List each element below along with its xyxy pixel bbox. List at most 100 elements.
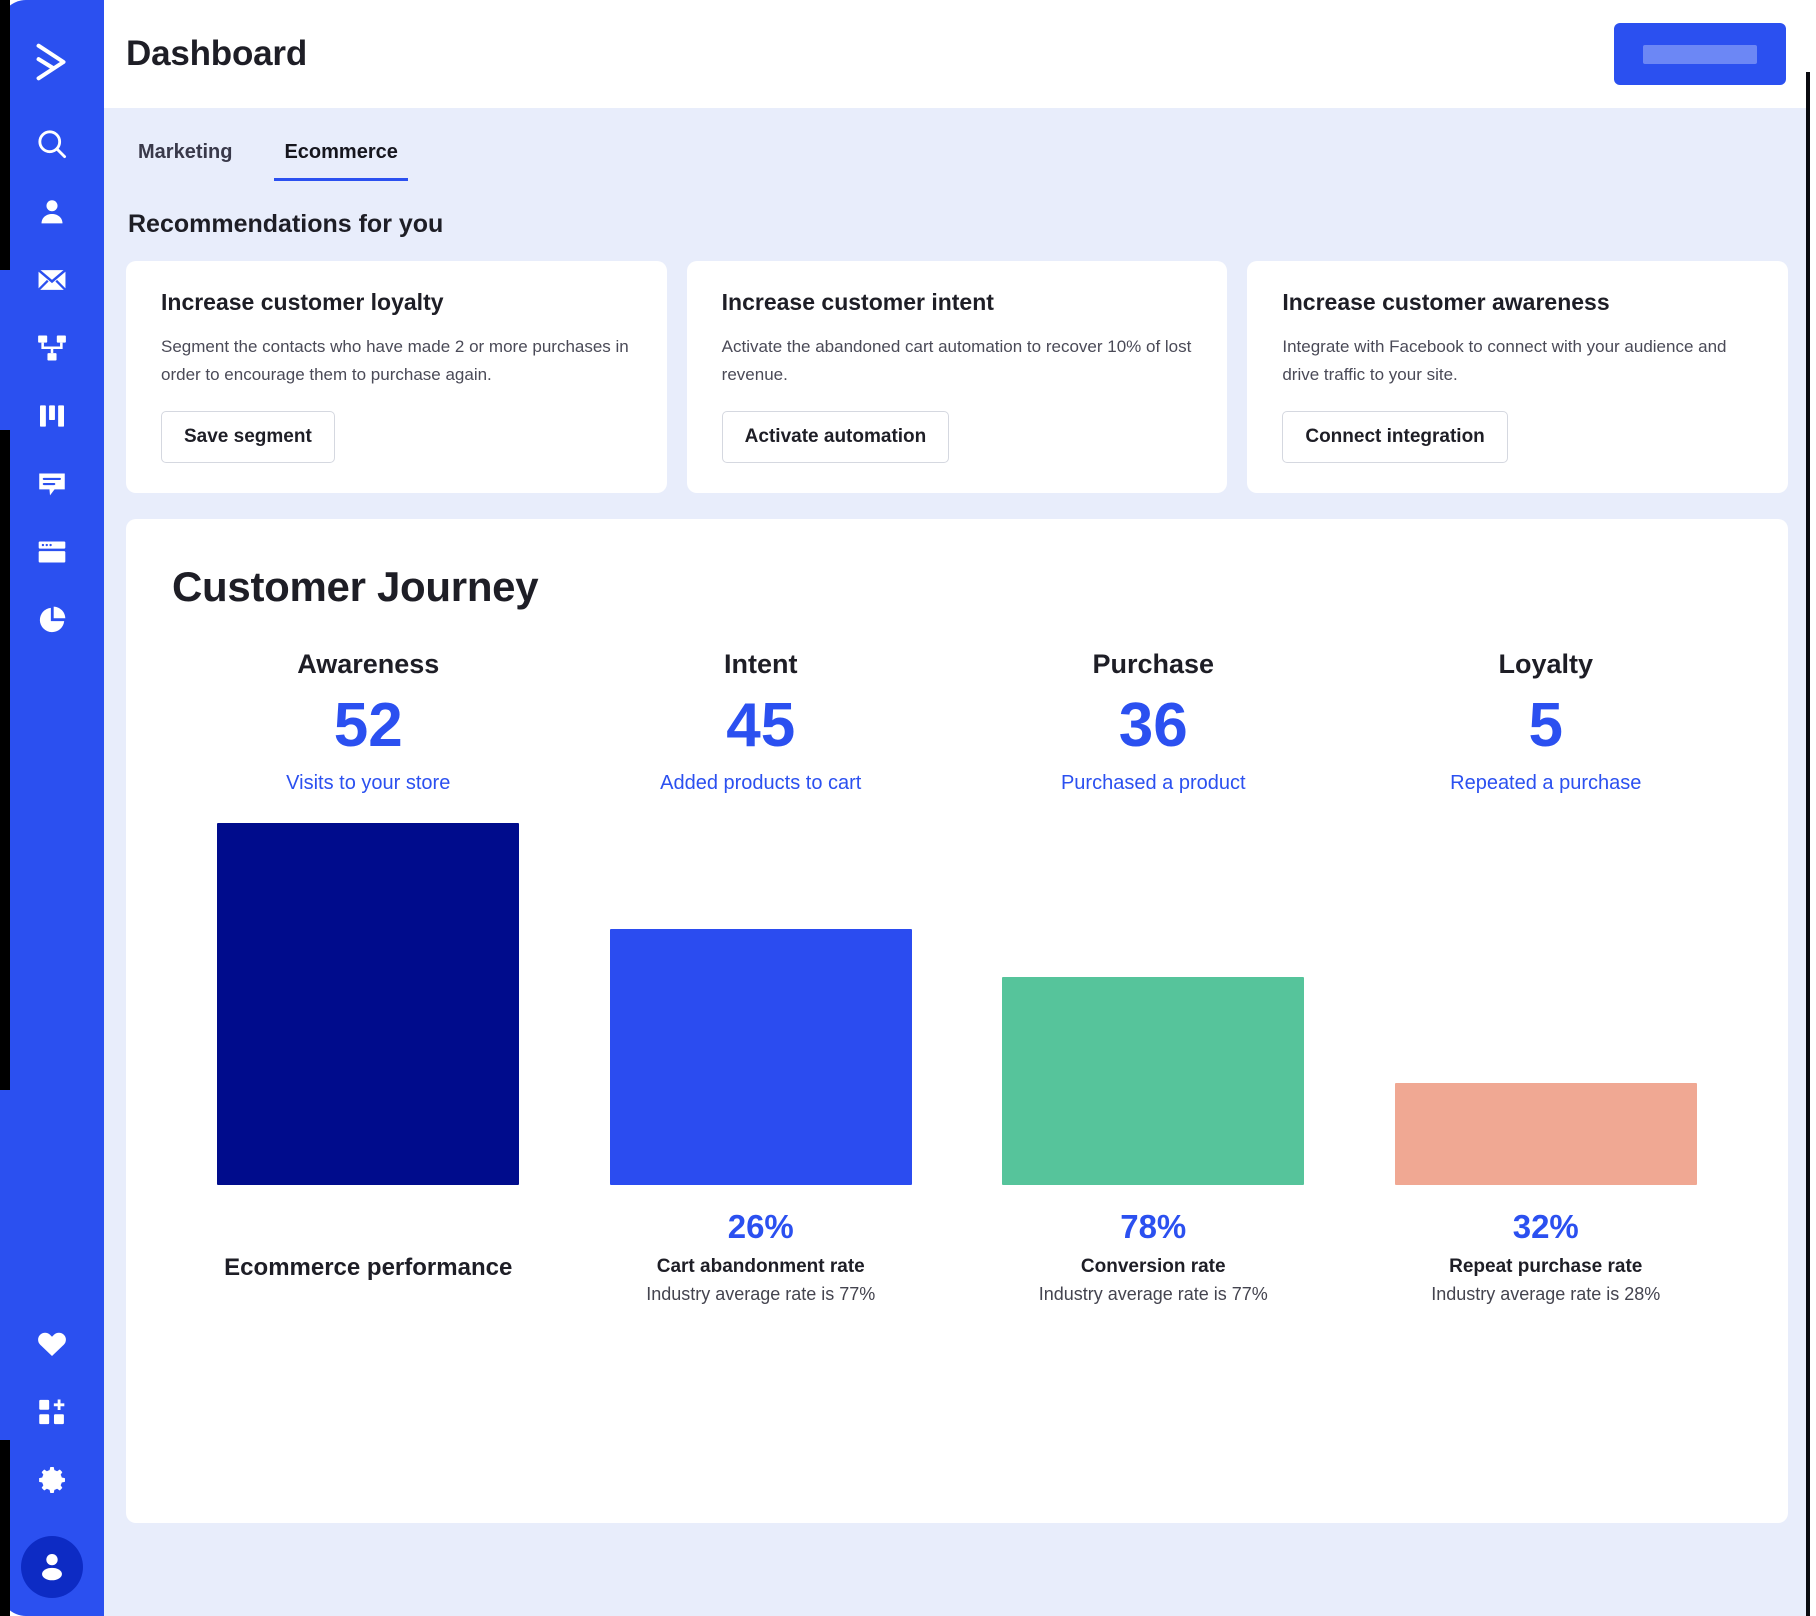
customer-journey-panel: Customer Journey Awareness 52 Visits to … — [126, 519, 1788, 1523]
bar-column-awareness — [172, 822, 565, 1185]
stage-name: Intent — [724, 649, 798, 679]
journey-stage-awareness: Awareness 52 Visits to your store — [172, 649, 565, 795]
recommendation-card-loyalty: Increase customer loyalty Segment the co… — [126, 261, 667, 493]
recommendation-title: Increase customer loyalty — [161, 289, 444, 315]
left-edge-artifact-mid — [0, 430, 10, 1090]
dashboard-tabs: Marketing Ecommerce — [128, 108, 1788, 181]
metric-label: Repeat purchase rate — [1449, 1256, 1643, 1278]
metric-label: Cart abandonment rate — [656, 1256, 865, 1278]
dashboard-content: Marketing Ecommerce Recommendations for … — [104, 108, 1816, 1616]
dashboard-app: Dashboard Marketing Ecommerce Recommenda… — [0, 0, 1816, 1616]
stage-value: 52 — [333, 691, 403, 760]
journey-stage-intent: Intent 45 Added products to cart — [565, 649, 958, 795]
bar-column-loyalty — [1350, 823, 1743, 1185]
apps-add-icon — [35, 1395, 69, 1429]
user-avatar[interactable] — [21, 1536, 83, 1598]
primary-cta-button[interactable] — [1614, 23, 1786, 85]
bar-intent — [609, 928, 912, 1185]
activecampaign-logo-icon — [29, 39, 75, 85]
recommendation-description: Segment the contacts who have made 2 or … — [161, 337, 629, 384]
sidebar-item-settings[interactable] — [0, 1446, 104, 1514]
reports-icon — [35, 603, 69, 637]
bar-purchase — [1002, 976, 1305, 1185]
stage-name: Purchase — [1092, 649, 1215, 679]
sidebar-item-conversations[interactable] — [0, 450, 104, 518]
recommendation-cards: Increase customer loyalty Segment the co… — [126, 261, 1789, 493]
metric-ecommerce-performance: Ecommerce performance — [172, 1207, 565, 1305]
stage-name: Awareness — [297, 649, 440, 679]
metric-cart-abandonment: 26% Cart abandonment rate Industry avera… — [565, 1207, 958, 1305]
right-edge-border — [1806, 72, 1810, 1616]
stage-link[interactable]: Repeated a purchase — [1350, 772, 1743, 795]
recommendation-description: Activate the abandoned cart automation t… — [721, 337, 1192, 384]
metric-percentage: 26% — [727, 1207, 794, 1245]
stage-link[interactable]: Purchased a product — [957, 772, 1350, 795]
left-edge-artifact-bottom — [0, 1440, 10, 1616]
customer-journey-title: Customer Journey — [172, 563, 539, 610]
recommendation-card-awareness: Increase customer awareness Integrate wi… — [1247, 261, 1789, 493]
metric-percentage: 78% — [1120, 1207, 1187, 1245]
tab-ecommerce[interactable]: Ecommerce — [274, 142, 408, 181]
bar-loyalty — [1394, 1082, 1697, 1185]
bar-awareness — [217, 822, 520, 1185]
sidebar-item-website[interactable] — [0, 518, 104, 586]
recommendations-heading: Recommendations for you — [128, 210, 444, 238]
journey-metrics: Ecommerce performance 26% Cart abandonme… — [172, 1207, 1742, 1305]
activate-automation-button[interactable]: Activate automation — [721, 411, 950, 463]
stage-link[interactable]: Added products to cart — [565, 772, 958, 795]
sidebar-bottom-nav — [0, 1310, 104, 1616]
journey-stage-purchase: Purchase 36 Purchased a product — [957, 649, 1350, 795]
sidebar-item-search[interactable] — [0, 110, 104, 178]
right-edge-gutter — [1810, 0, 1816, 1616]
sidebar-item-apps[interactable] — [0, 1378, 104, 1446]
sidebar-item-reports[interactable] — [0, 586, 104, 654]
main-sidebar — [0, 0, 104, 1616]
bar-column-purchase — [957, 823, 1350, 1185]
metric-repeat-purchase: 32% Repeat purchase rate Industry averag… — [1350, 1207, 1743, 1305]
metric-subtext: Industry average rate is 77% — [646, 1283, 876, 1304]
avatar-person-icon — [35, 1548, 69, 1587]
sidebar-item-deals[interactable] — [0, 382, 104, 450]
sidebar-item-favorites[interactable] — [0, 1310, 104, 1378]
stage-value: 45 — [726, 691, 796, 760]
metric-subtext: Industry average rate is 77% — [1038, 1283, 1268, 1304]
page-title: Dashboard — [126, 34, 308, 73]
metric-percentage: 32% — [1512, 1207, 1579, 1245]
stage-value: 5 — [1528, 691, 1563, 760]
gear-icon — [35, 1463, 69, 1497]
recommendation-description: Integrate with Facebook to connect with … — [1282, 337, 1727, 384]
search-icon — [34, 126, 70, 162]
website-icon — [35, 535, 69, 569]
heart-icon — [35, 1327, 69, 1361]
metric-conversion-rate: 78% Conversion rate Industry average rat… — [957, 1207, 1350, 1305]
stage-link[interactable]: Visits to your store — [172, 772, 565, 795]
connect-integration-button[interactable]: Connect integration — [1282, 411, 1508, 463]
metric-label: Conversion rate — [1080, 1256, 1226, 1278]
metric-subtext: Industry average rate is 28% — [1431, 1283, 1661, 1304]
cta-label-placeholder — [1643, 44, 1757, 64]
journey-bar-chart — [172, 822, 1743, 1185]
left-edge-artifact-top — [0, 0, 10, 270]
recommendation-card-intent: Increase customer intent Activate the ab… — [686, 261, 1228, 493]
automations-icon — [35, 331, 69, 365]
stage-name: Loyalty — [1498, 649, 1594, 679]
deals-icon — [36, 400, 68, 432]
stage-value: 36 — [1118, 691, 1188, 760]
sidebar-item-campaigns[interactable] — [0, 246, 104, 314]
conversations-icon — [35, 467, 69, 501]
top-bar: Dashboard — [104, 0, 1816, 108]
save-segment-button[interactable]: Save segment — [161, 411, 335, 463]
tab-marketing[interactable]: Marketing — [128, 142, 242, 181]
email-icon — [35, 263, 69, 297]
main-area: Dashboard Marketing Ecommerce Recommenda… — [104, 0, 1816, 1616]
sidebar-item-automations[interactable] — [0, 314, 104, 382]
journey-stages: Awareness 52 Visits to your store Intent… — [172, 649, 1742, 795]
metric-label: Ecommerce performance — [224, 1253, 513, 1281]
contacts-icon — [35, 195, 69, 229]
bar-column-intent — [565, 823, 958, 1185]
journey-stage-loyalty: Loyalty 5 Repeated a purchase — [1350, 649, 1743, 795]
recommendation-title: Increase customer intent — [721, 289, 994, 315]
sidebar-logo[interactable] — [0, 14, 104, 110]
sidebar-top-nav — [0, 14, 104, 654]
sidebar-item-contacts[interactable] — [0, 178, 104, 246]
